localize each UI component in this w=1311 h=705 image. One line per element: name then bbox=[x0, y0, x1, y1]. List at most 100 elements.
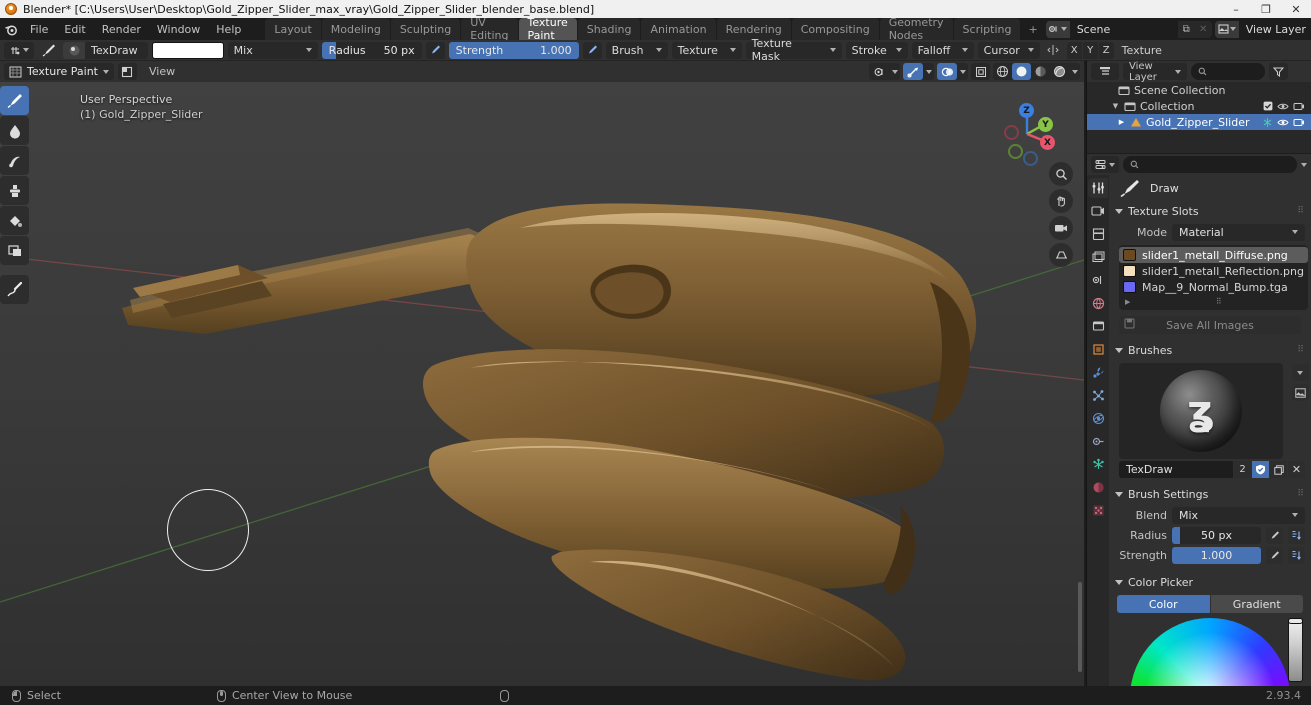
outliner-display-mode[interactable]: View Layer bbox=[1123, 61, 1187, 83]
properties-search-input[interactable] bbox=[1123, 156, 1297, 173]
paint-mask-toggle[interactable] bbox=[117, 63, 137, 80]
menu-edit[interactable]: Edit bbox=[56, 18, 93, 40]
brush-color-swatch[interactable] bbox=[151, 41, 224, 59]
panel-color-picker-header[interactable]: Color Picker bbox=[1109, 572, 1311, 592]
workspace-tab-texture-paint[interactable]: Texture Paint bbox=[518, 16, 577, 42]
color-value-slider[interactable] bbox=[1288, 618, 1303, 682]
save-all-images-button[interactable]: Save All Images bbox=[1119, 316, 1301, 334]
brush-settings-expand-icon[interactable] bbox=[1115, 491, 1123, 497]
strength-unit-button[interactable] bbox=[1288, 546, 1305, 564]
cursor-popover[interactable]: Cursor bbox=[977, 41, 1040, 59]
workspace-tab-shading[interactable]: Shading bbox=[577, 18, 641, 40]
editor-type-button[interactable] bbox=[4, 41, 34, 59]
xray-toggle[interactable] bbox=[971, 63, 990, 80]
brush-popover[interactable]: Brush bbox=[605, 41, 668, 59]
tool-smear-button[interactable] bbox=[0, 146, 29, 175]
slot-list-grip-icon[interactable]: ⠿ bbox=[1216, 297, 1223, 306]
camera-view-button[interactable] bbox=[1049, 216, 1073, 240]
panel-brush-settings-header[interactable]: Brush Settings ⠿ bbox=[1109, 484, 1311, 504]
radius-pressure-button[interactable] bbox=[1266, 526, 1283, 544]
properties-tab-view-layer[interactable] bbox=[1088, 247, 1108, 267]
properties-tab-scene[interactable] bbox=[1088, 270, 1108, 290]
properties-tab-render[interactable] bbox=[1088, 201, 1108, 221]
color-picker-expand-icon[interactable] bbox=[1115, 579, 1123, 585]
outliner-row-scene-collection[interactable]: Scene Collection bbox=[1087, 82, 1311, 98]
blend-mode-dropdown[interactable]: Mix bbox=[227, 41, 318, 59]
outliner-row-collection[interactable]: ▼ Collection bbox=[1087, 98, 1311, 114]
minimize-button[interactable]: – bbox=[1221, 0, 1251, 18]
brush-radius-slider[interactable]: 50 px bbox=[1172, 526, 1261, 544]
workspace-tab-modeling[interactable]: Modeling bbox=[321, 18, 390, 40]
show-overlays-icon[interactable] bbox=[937, 63, 957, 80]
properties-tab-texture[interactable] bbox=[1088, 500, 1108, 520]
outliner-filter-button[interactable] bbox=[1269, 63, 1288, 80]
shading-solid-icon[interactable] bbox=[1012, 63, 1031, 80]
workspace-tab-scripting[interactable]: Scripting bbox=[953, 18, 1021, 40]
brush-preview-panel[interactable]: ʓ bbox=[1119, 363, 1283, 459]
brush-strength-slider[interactable]: 1.000 bbox=[1172, 546, 1261, 564]
texture-symmetry-label[interactable]: Texture bbox=[1118, 42, 1166, 59]
menu-file[interactable]: File bbox=[22, 18, 56, 40]
brush-users-count[interactable]: 2 bbox=[1234, 461, 1251, 478]
outliner-row-gold-zipper-slider[interactable]: ▶ Gold_Zipper_Slider bbox=[1087, 114, 1311, 130]
camera-icon[interactable] bbox=[1293, 101, 1305, 111]
properties-tab-particles[interactable] bbox=[1088, 385, 1108, 405]
tool-soften-button[interactable] bbox=[0, 116, 29, 145]
view-layer-datablock[interactable]: View Layer ⧉ ✕ bbox=[1214, 20, 1311, 38]
camera-icon[interactable] bbox=[1293, 117, 1305, 127]
object-visibility-icon[interactable] bbox=[869, 63, 889, 80]
scene-name[interactable]: Scene bbox=[1069, 20, 1178, 38]
view-layer-name[interactable]: View Layer bbox=[1238, 20, 1311, 38]
texture-slots-expand-icon[interactable] bbox=[1115, 208, 1123, 214]
move-view-button[interactable] bbox=[1049, 189, 1073, 213]
brush-datablock[interactable]: TexDraw bbox=[63, 41, 148, 59]
close-button[interactable]: ✕ bbox=[1281, 0, 1311, 18]
workspace-tab-sculpting[interactable]: Sculpting bbox=[390, 18, 461, 40]
tool-mask-button[interactable] bbox=[0, 236, 29, 265]
add-workspace-button[interactable]: + bbox=[1021, 18, 1044, 40]
gizmo-popover[interactable] bbox=[903, 63, 934, 80]
color-picker-tab-color[interactable]: Color bbox=[1117, 595, 1210, 613]
outliner-editor-type-button[interactable] bbox=[1091, 63, 1119, 80]
shading-rendered-icon[interactable] bbox=[1050, 63, 1069, 80]
radius-slider[interactable]: Radius 50 px bbox=[321, 41, 422, 59]
strength-pressure-button[interactable] bbox=[1266, 546, 1283, 564]
scene-datablock[interactable]: Scene ⧉ ✕ bbox=[1045, 20, 1212, 38]
tool-clone-button[interactable] bbox=[0, 176, 29, 205]
visibility-caret-icon[interactable] bbox=[889, 63, 900, 80]
overlays-popover[interactable] bbox=[937, 63, 968, 80]
gizmo-axis-y[interactable]: Y bbox=[1038, 117, 1053, 132]
gizmo-caret-icon[interactable] bbox=[923, 63, 934, 80]
properties-tab-data[interactable] bbox=[1088, 454, 1108, 474]
properties-tab-material[interactable] bbox=[1088, 477, 1108, 497]
properties-tab-output[interactable] bbox=[1088, 224, 1108, 244]
gold-zipper-slider-model[interactable] bbox=[0, 82, 1084, 686]
viewport-view-menu[interactable]: View bbox=[141, 61, 183, 83]
brush-preview-image-button[interactable] bbox=[1291, 384, 1309, 401]
mesh-data-icon[interactable] bbox=[1262, 117, 1273, 128]
radius-pressure-toggle[interactable] bbox=[425, 41, 445, 59]
shading-wireframe-icon[interactable] bbox=[993, 63, 1012, 80]
symmetry-z-button[interactable]: Z bbox=[1098, 41, 1114, 59]
stroke-popover[interactable]: Stroke bbox=[845, 41, 908, 59]
menu-render[interactable]: Render bbox=[94, 18, 149, 40]
properties-tab-collection[interactable] bbox=[1088, 316, 1108, 336]
interaction-mode-dropdown[interactable]: Texture Paint bbox=[4, 63, 114, 80]
toggle-orthographic-button[interactable] bbox=[1049, 243, 1073, 267]
new-scene-button[interactable]: ⧉ bbox=[1178, 21, 1195, 38]
strength-slider[interactable]: Strength 1.000 bbox=[448, 41, 579, 59]
properties-tab-modifiers[interactable] bbox=[1088, 362, 1108, 382]
eye-icon[interactable] bbox=[1277, 102, 1289, 111]
workspace-tab-layout[interactable]: Layout bbox=[265, 18, 321, 40]
properties-tab-constraints[interactable] bbox=[1088, 431, 1108, 451]
workspace-tab-geometry-nodes[interactable]: Geometry Nodes bbox=[879, 16, 953, 42]
slot-list-expand-icon[interactable]: ▶ bbox=[1125, 298, 1130, 306]
maximize-button[interactable]: ❐ bbox=[1251, 0, 1281, 18]
texture-popover[interactable]: Texture bbox=[671, 41, 742, 59]
symmetry-y-button[interactable]: Y bbox=[1082, 41, 1098, 59]
object-disclosure-icon[interactable]: ▶ bbox=[1117, 118, 1126, 126]
unlink-scene-button[interactable]: ✕ bbox=[1195, 21, 1212, 38]
properties-options-caret-icon[interactable] bbox=[1301, 162, 1307, 167]
brushes-expand-icon[interactable] bbox=[1115, 347, 1123, 353]
texture-slot-item[interactable]: slider1_metall_Reflection.png bbox=[1119, 263, 1308, 279]
